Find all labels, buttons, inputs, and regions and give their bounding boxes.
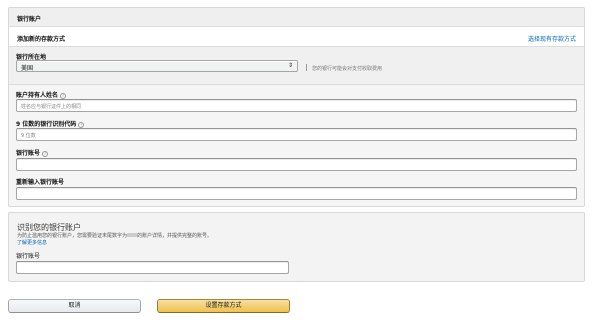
account-confirm-input[interactable] xyxy=(16,187,577,200)
select-arrows-icon: ⇕ xyxy=(287,62,293,69)
panel-header: 银行账户 xyxy=(9,8,584,27)
set-deposit-method-button[interactable]: 设置存款方式 xyxy=(157,299,290,313)
account-label: 银行账号 xyxy=(16,150,41,157)
routing-label-row: 9 位数的银行识别代码? xyxy=(16,119,85,128)
account-confirm-label: 重新输入银行账号 xyxy=(16,179,65,186)
country-fee-note: 您的银行可能会对支付收取费用 xyxy=(312,66,383,72)
routing-label: 9 位数的银行识别代码 xyxy=(16,121,77,128)
identify-desc-after: 的账户详情，并提供完整的账号。 xyxy=(137,233,213,239)
subheader: 添加新的存款方式 选择现有存款方式 xyxy=(9,27,584,47)
help-icon[interactable]: ? xyxy=(42,151,49,157)
learn-more-link[interactable]: 了解更多信息 xyxy=(17,239,47,246)
identify-description: 为防止滥用您的银行账户，您需要验证末尾数字为 的账户详情，并提供完整的账号。 xyxy=(17,232,212,239)
masked-digits xyxy=(127,233,138,237)
panel-title: 银行账户 xyxy=(17,16,42,23)
country-select[interactable]: 美国 ⇕ xyxy=(16,60,298,72)
identify-account-input[interactable] xyxy=(16,261,289,274)
subheader-title: 添加新的存款方式 xyxy=(17,36,66,43)
holder-name-input[interactable]: 姓名应与银行证件上的相同 xyxy=(16,99,577,112)
holder-name-label-row: 账户持有人姓名? xyxy=(16,90,67,99)
holder-name-label: 账户持有人姓名 xyxy=(16,92,59,99)
cancel-button[interactable]: 取消 xyxy=(8,299,141,313)
note-divider xyxy=(306,64,307,71)
holder-name-placeholder: 姓名应与银行证件上的相同 xyxy=(21,104,82,110)
country-select-value: 美国 xyxy=(21,65,34,72)
routing-placeholder: 9 位数 xyxy=(21,133,36,139)
routing-input[interactable]: 9 位数 xyxy=(16,128,577,141)
identify-account-label: 银行账号 xyxy=(16,253,41,260)
account-label-row: 银行账号? xyxy=(16,148,49,157)
account-input[interactable] xyxy=(16,158,577,171)
choose-existing-link[interactable]: 选择现有存款方式 xyxy=(528,34,576,43)
